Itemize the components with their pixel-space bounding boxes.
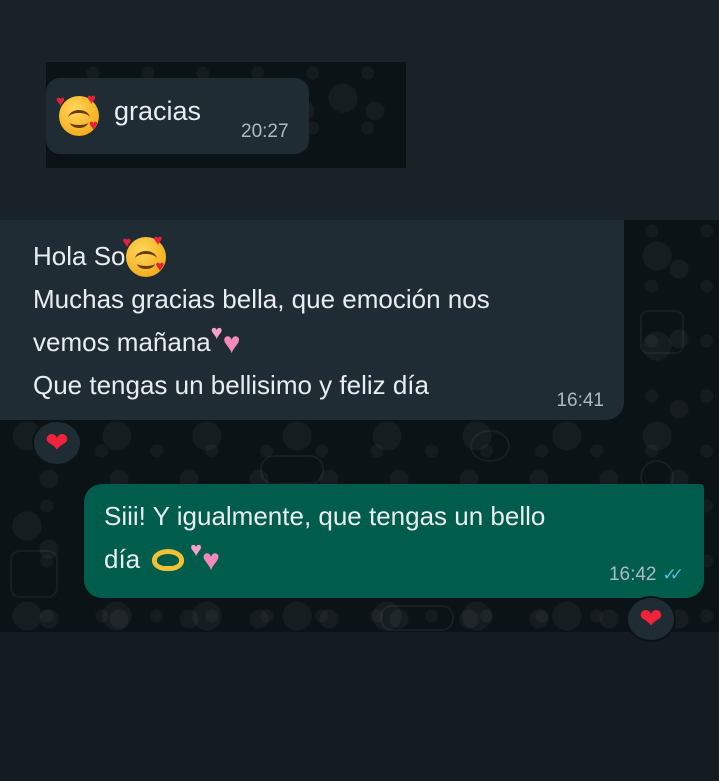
double-check-read-icon: ✓✓ [662, 565, 684, 585]
heart-hands-icon [146, 543, 190, 577]
message-line: vemos mañana ♥ ♥ [33, 321, 490, 364]
message-body: Siii! Y igualmente, que tengas un bello … [104, 495, 545, 581]
heart-reaction-icon[interactable]: ❤ [626, 596, 676, 642]
smiling-face-with-hearts-icon: ♥ ♥ ♥ [56, 91, 99, 136]
message-text: gracias [114, 96, 202, 126]
outgoing-message-bubble[interactable]: Siii! Y igualmente, que tengas un bello … [84, 484, 704, 598]
message-line: Siii! Y igualmente, que tengas un bello [104, 501, 546, 531]
revolving-hearts-icon: ♥ ♥ [190, 538, 220, 577]
message-line: Que tengas un bellisimo y feliz día [33, 370, 429, 400]
message-line: Muchas gracias bella, que emoción nos [33, 284, 490, 314]
message-meta: 16:42 ✓✓ [608, 564, 684, 586]
message-timestamp: 16:42 [608, 564, 657, 585]
incoming-message-bubble[interactable]: ♥ ♥ ♥ gracias 20:27 [46, 78, 309, 154]
revolving-hearts-icon: ♥ ♥ [210, 321, 241, 360]
incoming-message-bubble[interactable]: Hola So ♥ ♥ ♥ Muchas gracias bella, que … [0, 220, 624, 420]
message-timestamp: 16:41 [556, 390, 604, 411]
message-body: Hola So ♥ ♥ ♥ Muchas gracias bella, que … [33, 231, 490, 407]
smiling-face-with-hearts-icon: ♥ ♥ ♥ [122, 231, 166, 277]
message-timestamp: 20:27 [241, 121, 289, 142]
message-line: Hola So ♥ ♥ ♥ [33, 231, 166, 277]
message-line: día ♥ ♥ [104, 538, 545, 581]
bottom-background [0, 632, 719, 781]
heart-reaction-icon[interactable]: ❤ [32, 420, 82, 466]
